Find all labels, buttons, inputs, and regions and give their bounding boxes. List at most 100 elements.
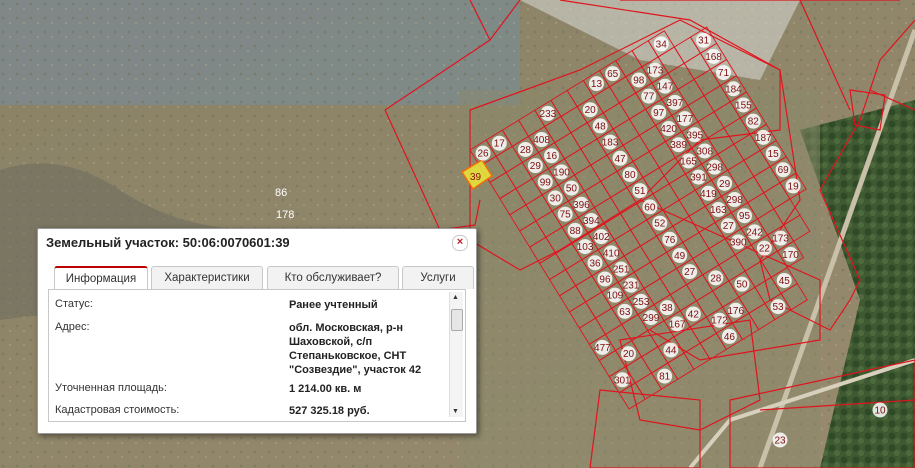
parcel-number: 298 xyxy=(726,195,743,206)
parcel-number: 20 xyxy=(585,105,597,116)
parcel-number: 36 xyxy=(589,258,601,269)
parcel-number: 26 xyxy=(478,149,490,160)
parcel-number: 10 xyxy=(874,406,886,417)
parcel-number: 46 xyxy=(724,332,736,343)
parcel-number: 88 xyxy=(570,226,582,237)
parcel-number: 251 xyxy=(613,265,630,276)
parcel-number: 98 xyxy=(633,75,645,86)
scroll-thumb[interactable] xyxy=(451,309,463,331)
parcel-number: 391 xyxy=(690,173,707,184)
parcel-number: 410 xyxy=(603,248,620,259)
parcel-number: 95 xyxy=(739,211,751,222)
parcel-number: 27 xyxy=(723,221,735,232)
tab-characteristics[interactable]: Характеристики xyxy=(151,266,263,289)
parcel-number: 76 xyxy=(664,235,676,246)
parcel-number: 176 xyxy=(727,306,744,317)
parcel-number: 80 xyxy=(624,170,636,181)
tab-who-serves[interactable]: Кто обслуживает? xyxy=(267,266,399,289)
parcel-number: 177 xyxy=(676,114,693,125)
selected-parcel-label: 39 xyxy=(470,172,482,183)
parcel-number: 60 xyxy=(644,202,656,213)
parcel-number: 298 xyxy=(706,163,723,174)
parcel-number: 51 xyxy=(634,186,646,197)
parcel-number: 77 xyxy=(643,92,655,103)
parcel-number: 172 xyxy=(711,316,728,327)
parcel-number: 31 xyxy=(698,36,710,47)
area-value: 1 214.00 кв. м xyxy=(289,383,362,395)
parcel-number: 23 xyxy=(774,436,786,447)
parcel-number: 408 xyxy=(533,135,550,146)
tab-information[interactable]: Информация xyxy=(54,266,148,291)
parcel-number: 75 xyxy=(560,210,572,221)
parcel-number: 299 xyxy=(643,313,660,324)
parcel-number: 397 xyxy=(667,98,684,109)
parcel-number: 17 xyxy=(494,139,506,150)
parcel-number: 173 xyxy=(647,66,664,77)
parcel-number: 183 xyxy=(602,138,619,149)
parcel-number: 308 xyxy=(696,146,713,157)
parcel-number: 97 xyxy=(653,108,665,119)
parcel-number: 38 xyxy=(662,303,674,314)
parcel-number: 49 xyxy=(674,251,686,262)
parcel-number: 30 xyxy=(550,194,562,205)
parcel-number: 231 xyxy=(623,281,640,292)
panel-scrollbar[interactable]: ▲ ▼ xyxy=(449,292,463,417)
parcel-number: 420 xyxy=(660,124,677,135)
parcel-number: 44 xyxy=(665,345,677,356)
parcel-number: 29 xyxy=(719,179,731,190)
parcel-number: 50 xyxy=(736,280,748,291)
map-label-86: 86 xyxy=(275,187,287,199)
parcel-number: 13 xyxy=(591,79,603,90)
parcel-number: 419 xyxy=(700,189,717,200)
cadastral-value-value: 527 325.18 руб. xyxy=(289,405,370,417)
parcel-info-popup: Земельный участок: 50:06:0070601:39 × Ин… xyxy=(37,228,477,434)
parcel-number: 389 xyxy=(670,140,687,151)
parcel-number: 109 xyxy=(607,291,624,302)
parcel-number: 168 xyxy=(705,52,722,63)
address-label: Адрес: xyxy=(55,321,90,333)
parcel-number: 34 xyxy=(656,39,668,50)
parcel-number: 170 xyxy=(782,250,799,261)
parcel-number: 187 xyxy=(755,133,772,144)
parcel-number: 242 xyxy=(746,227,763,238)
parcel-number: 65 xyxy=(607,69,619,80)
parcel-number: 28 xyxy=(520,145,532,156)
parcel-number: 233 xyxy=(540,109,557,120)
parcel-number: 22 xyxy=(759,244,771,255)
parcel-number: 47 xyxy=(614,154,626,165)
parcel-number: 163 xyxy=(710,205,727,216)
parcel-number: 53 xyxy=(772,302,784,313)
parcel-number: 19 xyxy=(788,181,800,192)
parcel-number: 71 xyxy=(718,68,730,79)
scroll-down-icon[interactable]: ▼ xyxy=(452,408,459,415)
parcel-number: 395 xyxy=(686,130,703,141)
parcel-number: 27 xyxy=(684,267,696,278)
info-panel: Статус: Ранее учтенный Адрес: обл. Моско… xyxy=(48,289,466,422)
parcel-number: 253 xyxy=(633,297,650,308)
parcel-number: 45 xyxy=(779,276,791,287)
status-label: Статус: xyxy=(55,298,93,310)
parcel-number: 99 xyxy=(540,177,552,188)
parcel-number: 155 xyxy=(735,100,752,111)
parcel-number: 477 xyxy=(594,343,611,354)
parcel-number: 48 xyxy=(595,121,607,132)
parcel-number: 82 xyxy=(748,117,760,128)
parcel-number: 301 xyxy=(614,375,631,386)
area-label: Уточненная площадь: xyxy=(55,382,167,394)
close-icon[interactable]: × xyxy=(452,235,468,251)
parcel-number: 184 xyxy=(725,84,742,95)
parcel-number: 103 xyxy=(577,242,594,253)
map-label-178: 178 xyxy=(276,209,294,221)
parcel-number: 42 xyxy=(688,309,700,320)
parcel-number: 63 xyxy=(619,307,631,318)
parcel-number: 167 xyxy=(669,319,686,330)
tab-services[interactable]: Услуги xyxy=(402,266,474,289)
parcel-number: 402 xyxy=(593,232,610,243)
parcel-number: 190 xyxy=(553,167,570,178)
scroll-up-icon[interactable]: ▲ xyxy=(452,294,459,301)
parcel-number: 165 xyxy=(680,156,697,167)
cadastral-value-label: Кадастровая стоимость: xyxy=(55,404,180,416)
parcel-number: 394 xyxy=(583,216,600,227)
parcel-number: 173 xyxy=(772,234,789,245)
parcel-number: 147 xyxy=(657,82,674,93)
